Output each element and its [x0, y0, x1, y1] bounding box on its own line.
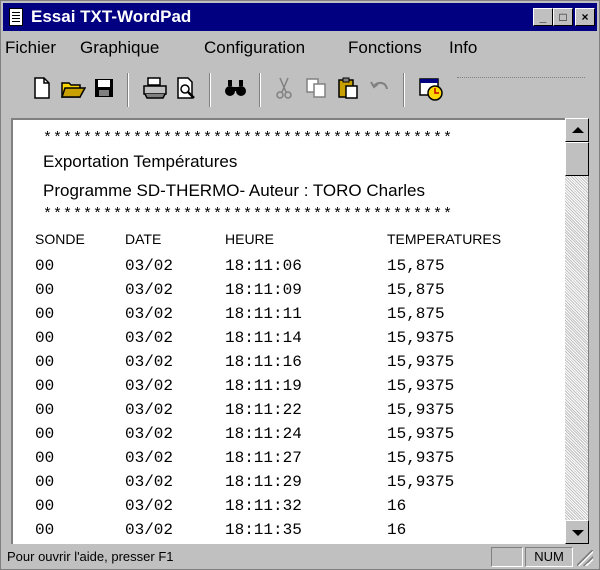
cell-date: 03/02	[125, 377, 174, 395]
document-text-area[interactable]: ****************************************…	[11, 118, 565, 544]
cell-sonde: 00	[35, 281, 55, 299]
cell-temperature: 16	[387, 497, 407, 515]
resize-grip-icon[interactable]	[577, 550, 593, 566]
scroll-down-button[interactable]	[565, 520, 589, 544]
cell-date: 03/02	[125, 521, 174, 539]
toolbar-separator	[259, 73, 261, 107]
menu-fichier[interactable]: Fichier	[5, 38, 56, 58]
column-header-heure: HEURE	[225, 231, 275, 247]
toolbar-separator	[209, 73, 211, 107]
undo-icon[interactable]	[365, 73, 397, 105]
cell-date: 03/02	[125, 401, 174, 419]
cut-scissors-icon[interactable]	[269, 73, 301, 105]
cell-date: 03/02	[125, 473, 174, 491]
menu-bar: Fichier Graphique Configuration Fonction…	[3, 32, 597, 66]
status-num-indicator: NUM	[525, 547, 573, 567]
cell-temperature: 15,9375	[387, 473, 455, 491]
cell-sonde: 00	[35, 329, 55, 347]
cell-temperature: 15,9375	[387, 329, 455, 347]
stars-line-bottom: ****************************************…	[43, 206, 454, 223]
cell-heure: 18:11:32	[225, 497, 302, 515]
cell-date: 03/02	[125, 257, 174, 275]
cell-date: 03/02	[125, 449, 174, 467]
print-preview-icon[interactable]	[171, 73, 203, 105]
status-help-text: Pour ouvrir l'aide, presser F1	[7, 549, 174, 564]
cell-date: 03/02	[125, 305, 174, 323]
cell-heure: 18:11:19	[225, 377, 302, 395]
cell-temperature: 16	[387, 521, 407, 539]
cell-sonde: 00	[35, 401, 55, 419]
column-header-temperatures: TEMPERATURES	[387, 231, 502, 247]
cell-date: 03/02	[125, 425, 174, 443]
cell-heure: 18:11:06	[225, 257, 302, 275]
find-binoculars-icon[interactable]	[221, 73, 253, 105]
save-disk-icon[interactable]	[89, 73, 121, 105]
cell-heure: 18:11:22	[225, 401, 302, 419]
cell-sonde: 00	[35, 305, 55, 323]
vertical-scrollbar[interactable]	[565, 118, 589, 544]
status-panel-empty	[491, 547, 523, 567]
cell-sonde: 00	[35, 353, 55, 371]
cell-heure: 18:11:24	[225, 425, 302, 443]
new-document-icon[interactable]	[27, 73, 59, 105]
minimize-button[interactable]: _	[533, 8, 553, 26]
cell-date: 03/02	[125, 329, 174, 347]
column-header-sonde: SONDE	[35, 231, 85, 247]
wordpad-window: Essai TXT-WordPad _ □ × Fichier Graphiqu…	[0, 0, 600, 570]
cell-heure: 18:11:11	[225, 305, 302, 323]
cell-temperature: 15,9375	[387, 449, 455, 467]
cell-sonde: 00	[35, 449, 55, 467]
cell-heure: 18:11:35	[225, 521, 302, 539]
close-button[interactable]: ×	[575, 8, 595, 26]
maximize-button[interactable]: □	[553, 8, 573, 26]
cell-temperature: 15,875	[387, 257, 445, 275]
cell-sonde: 00	[35, 425, 55, 443]
cell-heure: 18:11:14	[225, 329, 302, 347]
down-arrow-icon	[572, 530, 584, 536]
cell-date: 03/02	[125, 281, 174, 299]
cell-heure: 18:11:16	[225, 353, 302, 371]
status-bar: Pour ouvrir l'aide, presser F1 NUM	[3, 546, 597, 568]
print-icon[interactable]	[139, 73, 171, 105]
cell-temperature: 15,875	[387, 305, 445, 323]
cell-date: 03/02	[125, 497, 174, 515]
title-bar[interactable]: Essai TXT-WordPad _ □ ×	[3, 3, 597, 31]
copy-icon[interactable]	[301, 73, 333, 105]
cell-temperature: 15,875	[387, 281, 445, 299]
window-title: Essai TXT-WordPad	[31, 7, 192, 26]
column-header-date: DATE	[125, 231, 162, 247]
cell-heure: 18:11:29	[225, 473, 302, 491]
toolbar-empty-area	[457, 77, 585, 104]
toolbar	[11, 71, 587, 115]
insert-date-time-icon[interactable]	[415, 73, 447, 105]
cell-sonde: 00	[35, 473, 55, 491]
menu-fonctions[interactable]: Fonctions	[348, 38, 422, 58]
cell-temperature: 15,9375	[387, 353, 455, 371]
toolbar-separator	[127, 73, 129, 107]
scroll-thumb[interactable]	[565, 142, 589, 176]
menu-configuration[interactable]: Configuration	[204, 38, 305, 58]
cell-heure: 18:11:27	[225, 449, 302, 467]
menu-graphique[interactable]: Graphique	[80, 38, 159, 58]
stars-line-top: ****************************************…	[43, 130, 454, 147]
cell-date: 03/02	[125, 353, 174, 371]
up-arrow-icon	[572, 127, 584, 133]
paste-clipboard-icon[interactable]	[333, 73, 365, 105]
open-folder-icon[interactable]	[57, 73, 89, 105]
cell-sonde: 00	[35, 377, 55, 395]
menu-info[interactable]: Info	[449, 38, 477, 58]
document-subtitle: Programme SD-THERMO- Auteur : TORO Charl…	[43, 181, 425, 200]
cell-heure: 18:11:09	[225, 281, 302, 299]
document-title: Exportation Températures	[43, 152, 238, 171]
wordpad-app-icon[interactable]	[9, 8, 23, 26]
cell-sonde: 00	[35, 497, 55, 515]
scroll-up-button[interactable]	[565, 118, 589, 142]
toolbar-separator	[403, 73, 405, 107]
cell-temperature: 15,9375	[387, 425, 455, 443]
cell-sonde: 00	[35, 521, 55, 539]
cell-temperature: 15,9375	[387, 377, 455, 395]
cell-temperature: 15,9375	[387, 401, 455, 419]
cell-sonde: 00	[35, 257, 55, 275]
